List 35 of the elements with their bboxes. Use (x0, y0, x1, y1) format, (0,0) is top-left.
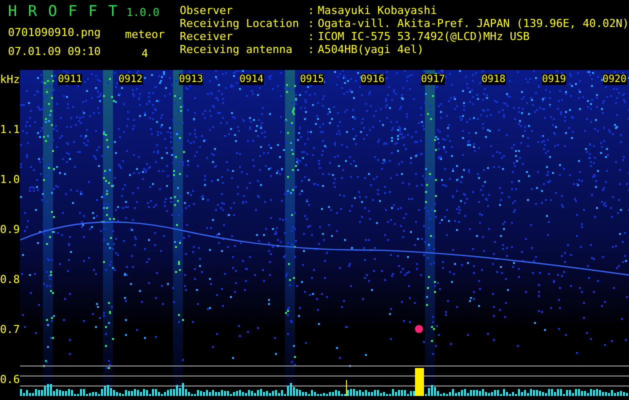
axis-label: 0.8 (0, 273, 20, 287)
time-label: 0914 (240, 74, 264, 85)
info-colon: : (308, 17, 316, 30)
time-label: 0911 (58, 74, 82, 85)
count-label: meteor (124, 28, 165, 41)
axis-unit: kHz (0, 73, 20, 87)
date-time: 07.01.09 09:10 (8, 45, 102, 58)
time-label: 0919 (542, 74, 566, 85)
time-label: 0920 (602, 74, 627, 85)
axis-label: 0.9 (0, 223, 20, 237)
time-label: 0913 (179, 74, 204, 85)
info-colon: : (308, 43, 316, 56)
info-label: Receiver (180, 30, 234, 43)
axis-label: 1.0 (0, 173, 20, 187)
axis-label: 1.1 (0, 123, 20, 137)
app-title: H R O F F T (8, 2, 118, 20)
version-number: 1.0.0 (126, 6, 160, 19)
info-value: ICOM IC-575 53.7492(@LCD)MHz USB (318, 30, 531, 43)
info-value: Masayuki Kobayashi (318, 4, 438, 17)
time-label: 0917 (421, 74, 446, 85)
time-label: 0916 (360, 74, 385, 85)
info-value: Ogata-vill. Akita-Pref. JAPAN (139.96E, 40.02N) (318, 17, 629, 30)
time-label: 0912 (118, 74, 143, 85)
file-name: 0701090910.png (8, 26, 102, 39)
info-label: Observer (180, 4, 234, 17)
axis-label: 0.7 (0, 323, 20, 337)
info-colon: : (308, 4, 316, 17)
info-label: Receiving Location (180, 17, 300, 30)
time-label: 0915 (300, 74, 324, 85)
meteor-count: 4 (142, 47, 148, 60)
info-colon: : (308, 30, 316, 43)
info-value: A504HB(yagi 4el) (318, 43, 425, 56)
info-label: Receiving antenna (180, 43, 294, 56)
axis-label: 0.6 (0, 373, 20, 387)
time-label: 0918 (482, 74, 506, 85)
